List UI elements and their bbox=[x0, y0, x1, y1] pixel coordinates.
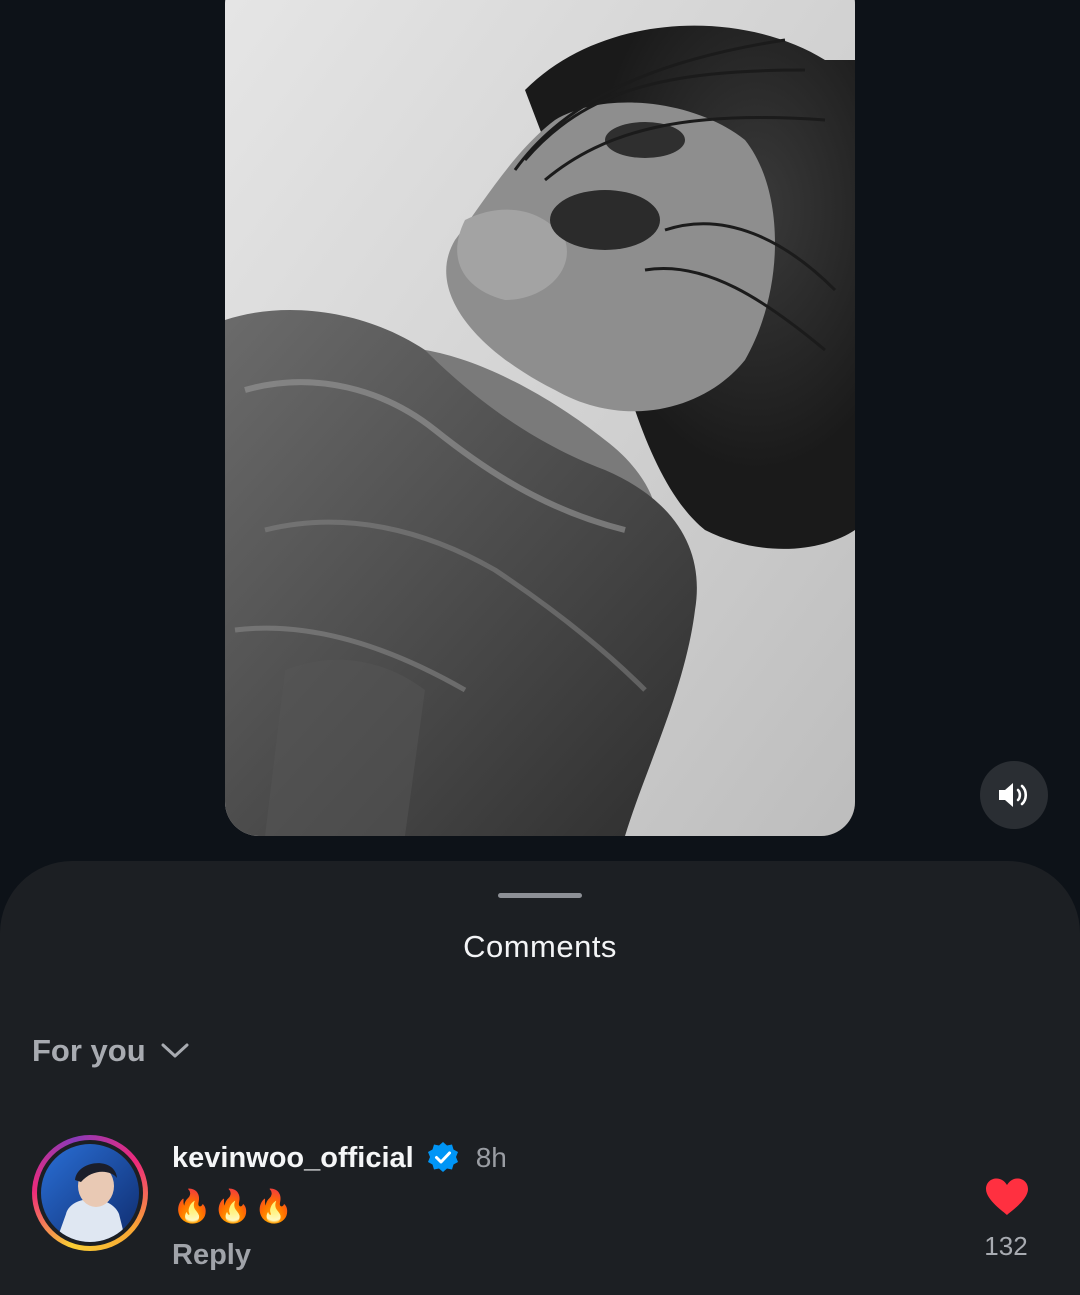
video-frame-image bbox=[225, 0, 855, 836]
comment-username[interactable]: kevinwoo_official bbox=[172, 1142, 414, 1175]
comment-item: kevinwoo_official 8h 🔥🔥🔥 Reply 132 bbox=[0, 1135, 1080, 1285]
comment-timestamp: 8h bbox=[475, 1142, 507, 1173]
comment-text: 🔥🔥🔥 bbox=[172, 1188, 295, 1224]
comment-header: kevinwoo_official 8h bbox=[172, 1141, 507, 1175]
avatar bbox=[41, 1144, 139, 1242]
verified-badge-icon bbox=[427, 1142, 458, 1172]
comments-sheet: Comments For you kevinwoo_official 8h 🔥🔥… bbox=[0, 861, 1080, 1295]
reel-comments-screen: Comments For you kevinwoo_official 8h 🔥🔥… bbox=[0, 0, 1080, 1295]
like-count: 132 bbox=[984, 1231, 1028, 1261]
like-button[interactable] bbox=[984, 1177, 1030, 1217]
drag-handle[interactable] bbox=[498, 893, 582, 898]
story-ring[interactable] bbox=[32, 1135, 148, 1251]
comment-sort-dropdown[interactable]: For you bbox=[32, 1033, 190, 1069]
speaker-icon bbox=[999, 783, 1028, 807]
heart-icon bbox=[986, 1178, 1028, 1215]
reply-button[interactable]: Reply bbox=[172, 1239, 251, 1272]
sound-toggle-button[interactable] bbox=[980, 761, 1048, 829]
reel-video-preview[interactable] bbox=[225, 0, 855, 836]
chevron-down-icon bbox=[161, 1043, 189, 1058]
sheet-title: Comments bbox=[463, 929, 617, 964]
sort-selected-label: For you bbox=[32, 1033, 146, 1068]
